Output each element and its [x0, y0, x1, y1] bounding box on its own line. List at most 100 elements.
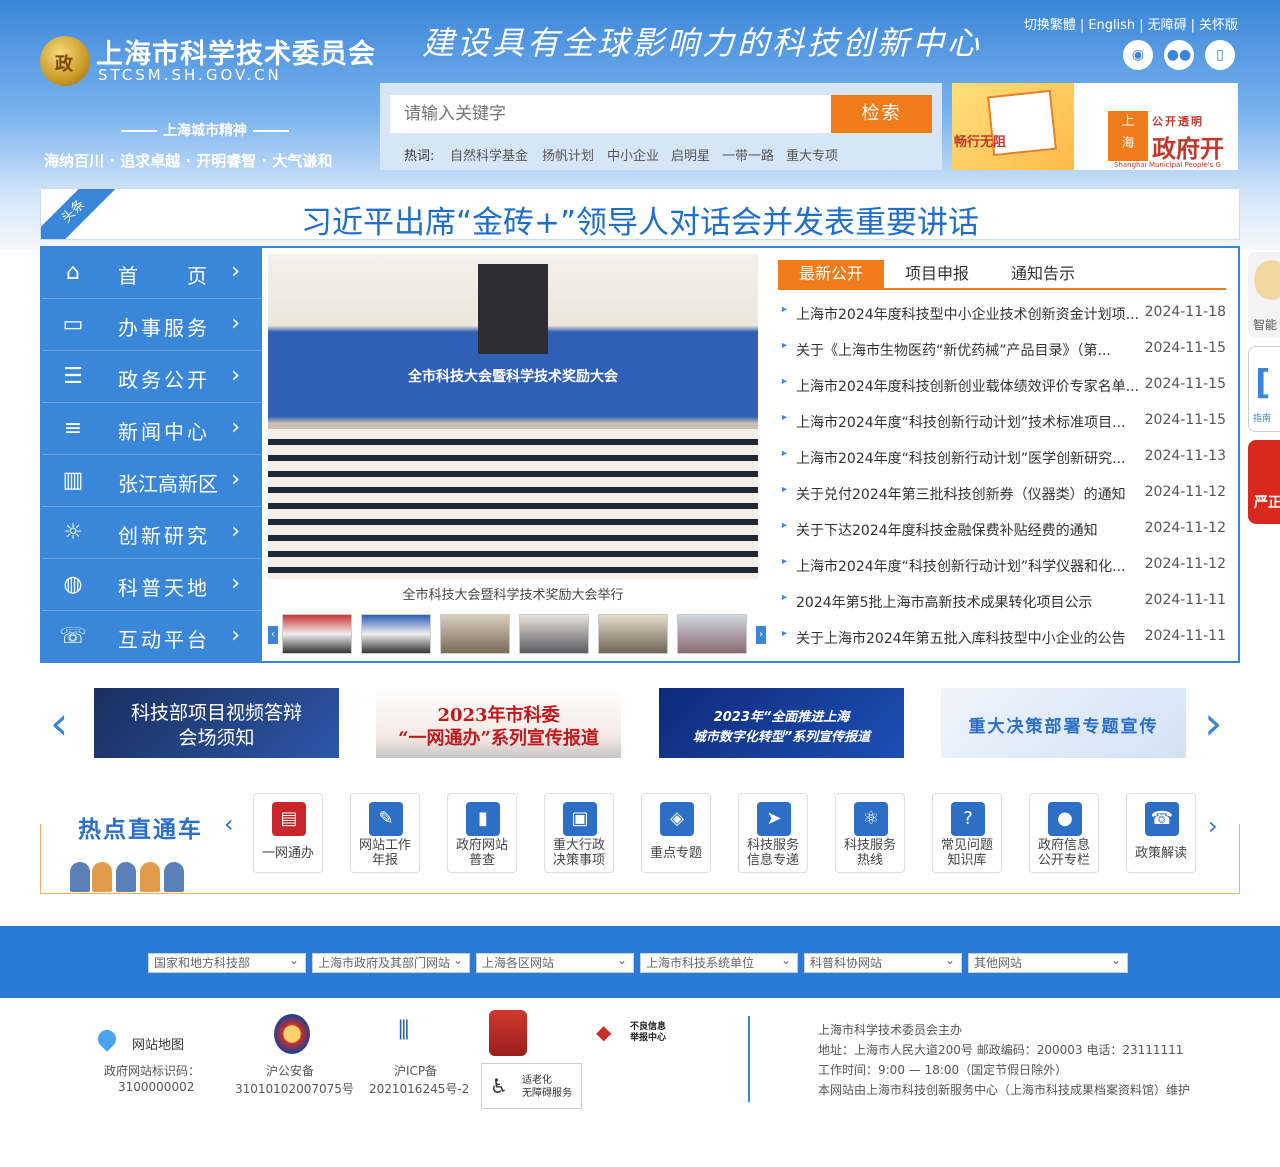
thumbnail[interactable] [440, 614, 510, 654]
news-date: 2024-11-12 [1144, 556, 1226, 572]
banner-video-defense[interactable]: 科技部项目视频答辩 会场须知 [94, 688, 339, 758]
carousel-next-button[interactable]: › [1204, 700, 1222, 746]
hot-word[interactable]: 重大专项 [786, 145, 838, 164]
news-title[interactable]: 上海市2024年度“科技创新行动计划”医学创新研究... [796, 448, 1138, 468]
search-input[interactable] [390, 95, 832, 133]
hot-item-label: 一网通办 [261, 846, 314, 861]
link-english[interactable]: English [1088, 18, 1135, 33]
hot-item-info-disclosure[interactable]: ● 政府信息 公开专栏 [1029, 793, 1099, 873]
hot-word[interactable]: 一带一路 [722, 145, 774, 164]
hot-item-service-info[interactable]: ➤ 科技服务 信息专递 [738, 793, 808, 873]
headline-text[interactable]: 习近平出席“金砖+”领导人对话会并发表重要讲话 [41, 197, 1239, 239]
news-photo[interactable]: 全市科技大会暨科学技术奖励大会 [268, 254, 758, 579]
hot-item-one-network[interactable]: ▤ 一网通办 [253, 793, 323, 873]
nav-interaction[interactable]: ☏ 互动平台 › [42, 612, 262, 663]
float-notice[interactable]: 严正 [1248, 440, 1280, 524]
news-title[interactable]: 关于下达2024年度科技金融保费补贴经费的通知 [796, 520, 1138, 540]
search-button[interactable]: 检索 [831, 95, 932, 133]
hot-item-faq[interactable]: ? 常见问题 知识库 [932, 793, 1002, 873]
banner-one-network[interactable]: 2023年市科委 “一网通办”系列宣传报道 [376, 688, 621, 758]
thumbs-prev-button[interactable]: ‹ [268, 626, 278, 644]
weibo-icon[interactable]: ◉ [1123, 40, 1153, 70]
select-city-departments[interactable]: 上海市政府及其部门网站 [312, 951, 470, 973]
police-badge-icon[interactable] [274, 1014, 310, 1054]
news-title[interactable]: 2024年第5批上海市高新技术成果转化项目公示 [796, 592, 1138, 612]
link-care-version[interactable]: 关怀版 [1199, 18, 1238, 33]
news-title[interactable]: 关于上海市2024年第五批入库科技型中小企业的公告 [796, 628, 1138, 648]
bad-info-report[interactable]: 不良信息 举报中心 [630, 1022, 666, 1044]
hot-item-policy[interactable]: ☎ 政策解读 [1126, 793, 1196, 873]
tab-notices[interactable]: 通知告示 [996, 260, 1090, 288]
hot-word[interactable]: 扬帆计划 [542, 145, 594, 164]
news-title[interactable]: 关于《上海市生物医药“新优药械”产品目录》（第... [796, 340, 1138, 360]
news-title[interactable]: 关于兑付2024年第三批科技创新券（仪器类）的通知 [796, 484, 1138, 504]
carousel-prev-button[interactable]: ‹ [50, 700, 68, 746]
banner-line: 2023年“全面推进上海 [713, 710, 850, 725]
thumbnail[interactable] [598, 614, 668, 654]
nav-news[interactable]: ≡ 新闻中心 › [42, 404, 262, 455]
icp-number[interactable]: 2021016245号-2 [369, 1080, 469, 1097]
thumbs-next-button[interactable]: › [756, 626, 766, 644]
news-item[interactable]: 关于《上海市生物医药“新优药械”产品目录》（第... 2024-11-15 [782, 340, 1226, 376]
tab-projects[interactable]: 项目申报 [890, 260, 984, 288]
thumbnail[interactable] [677, 614, 747, 654]
mobile-icon[interactable]: ▯ [1205, 40, 1235, 70]
select-district-sites[interactable]: 上海各区网站 [476, 951, 634, 973]
banner-accessible[interactable]: 畅行无阻 [952, 83, 1074, 170]
banner-major-decisions[interactable]: 重大决策部署专题宣传 [941, 688, 1186, 758]
news-item[interactable]: 上海市2024年度科技创新创业载体绩效评价专家名单... 2024-11-15 [782, 376, 1226, 412]
nav-science-pop[interactable]: ◍ 科普天地 › [42, 560, 262, 611]
news-title[interactable]: 上海市2024年度科技型中小企业技术创新资金计划项... [796, 304, 1138, 324]
headline-bar[interactable]: 头条 习近平出席“金砖+”领导人对话会并发表重要讲话 [40, 188, 1240, 240]
news-item[interactable]: 上海市2024年度“科技创新行动计划”技术标准项目... 2024-11-15 [782, 412, 1226, 448]
thumbnail[interactable] [361, 614, 431, 654]
nav-service[interactable]: ▭ 办事服务 › [42, 300, 262, 351]
thumbnail[interactable] [519, 614, 589, 654]
nav-gov-affairs[interactable]: ☰ 政务公开 › [42, 352, 262, 403]
police-number[interactable]: 31010102007075号 [235, 1080, 354, 1097]
news-item[interactable]: 上海市2024年度“科技创新行动计划”科学仪器和化... 2024-11-12 [782, 556, 1226, 592]
sitemap-link[interactable]: 网站地图 [132, 1034, 184, 1053]
news-item[interactable]: 上海市2024年度“科技创新行动计划”医学创新研究... 2024-11-13 [782, 448, 1226, 484]
news-date: 2024-11-15 [1144, 376, 1226, 392]
news-item[interactable]: 关于兑付2024年第三批科技创新券（仪器类）的通知 2024-11-12 [782, 484, 1226, 520]
hot-next-button[interactable]: › [1208, 812, 1218, 840]
hot-word[interactable]: 自然科学基金 [450, 145, 528, 164]
select-national-ministry[interactable]: 国家和地方科技部 [148, 951, 306, 973]
chat-icon: ☏ [59, 624, 87, 649]
wechat-icon[interactable]: ●● [1164, 40, 1194, 70]
nav-zhangjiang[interactable]: ▥ 张江高新区 › [42, 456, 262, 507]
news-item[interactable]: 关于下达2024年度科技金融保费补贴经费的通知 2024-11-12 [782, 520, 1226, 556]
nav-innovation[interactable]: ☼ 创新研究 › [42, 508, 262, 559]
news-title[interactable]: 上海市2024年度“科技创新行动计划”技术标准项目... [796, 412, 1138, 432]
nav-home[interactable]: ⌂ 首 页 › [42, 248, 262, 299]
hot-item-key-topics[interactable]: ◈ 重点专题 [641, 793, 711, 873]
hot-word[interactable]: 中小企业 [607, 145, 659, 164]
banner-government-transparency[interactable]: 上海 公开透明 政府开 Shanghai Municipal People's … [1074, 83, 1238, 170]
select-other-sites[interactable]: 其他网站 [968, 951, 1128, 973]
select-tech-units[interactable]: 上海市科技系统单位 [640, 951, 798, 973]
error-report-icon[interactable] [489, 1010, 527, 1056]
link-traditional[interactable]: 切换繁體 [1024, 18, 1076, 33]
news-title[interactable]: 上海市2024年度科技创新创业载体绩效评价专家名单... [796, 376, 1138, 396]
news-item[interactable]: 上海市2024年度科技型中小企业技术创新资金计划项... 2024-11-18 [782, 304, 1226, 340]
tab-latest[interactable]: 最新公开 [778, 260, 884, 288]
elderly-service-button[interactable]: ♿ 适老化 无障碍服务 [481, 1063, 582, 1109]
float-guide[interactable]: [ 指南 [1248, 346, 1280, 432]
photo-caption[interactable]: 全市科技大会暨科学技术奖励大会举行 [268, 584, 758, 603]
hot-item-hotline[interactable]: ⚛ 科技服务 热线 [835, 793, 905, 873]
news-item[interactable]: 关于上海市2024年第五批入库科技型中小企业的公告 2024-11-11 [782, 628, 1226, 664]
national-emblem-icon [40, 36, 90, 86]
hot-word[interactable]: 启明星 [671, 145, 710, 164]
float-smart-assistant[interactable]: 智能 [1248, 252, 1280, 338]
hot-item-site-census[interactable]: ▮ 政府网站 普查 [447, 793, 517, 873]
news-item[interactable]: 2024年第5批上海市高新技术成果转化项目公示 2024-11-11 [782, 592, 1226, 628]
news-title[interactable]: 上海市2024年度“科技创新行动计划”科学仪器和化... [796, 556, 1138, 576]
link-accessibility[interactable]: 无障碍 [1148, 18, 1187, 33]
hot-item-annual-report[interactable]: ✎ 网站工作 年报 [350, 793, 420, 873]
hot-prev-button[interactable]: ‹ [224, 810, 234, 838]
select-science-association[interactable]: 科普科协网站 [804, 951, 962, 973]
hot-item-major-decisions[interactable]: ▣ 重大行政 决策事项 [544, 793, 614, 873]
banner-digital-transform[interactable]: 2023年“全面推进上海 城市数字化转型”系列宣传报道 [659, 688, 904, 758]
thumbnail[interactable] [282, 614, 352, 654]
